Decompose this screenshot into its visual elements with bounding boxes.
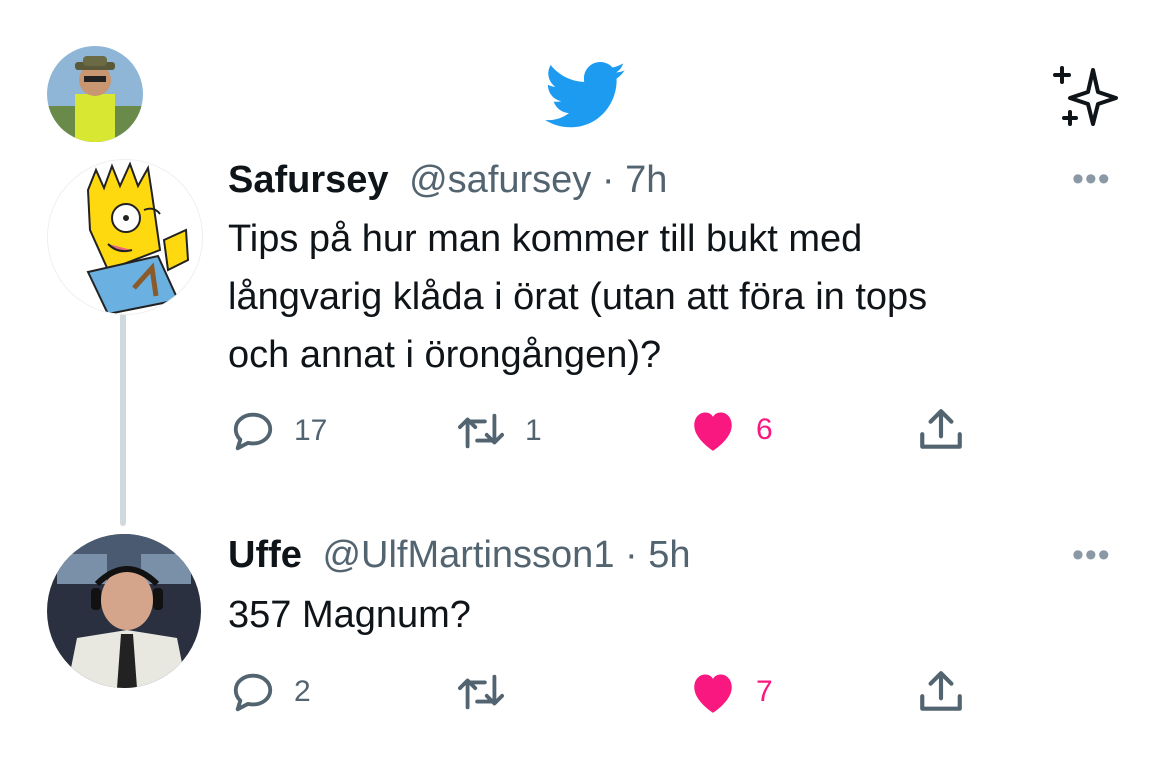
tweet-1-text-line: långvarig klåda i örat (utan att föra in…	[228, 276, 928, 318]
tweet-2-reply-button[interactable]: 2	[230, 669, 311, 715]
tweet-1-time[interactable]: 7h	[625, 159, 667, 201]
sparkle-icon	[1053, 66, 1118, 126]
tweet-1-display-name[interactable]: Safursey	[228, 159, 389, 201]
tweet-1-share-button[interactable]	[916, 404, 966, 456]
tweet-1-text-line: och annat i örongången)?	[228, 334, 662, 376]
twitter-logo[interactable]	[544, 62, 628, 130]
tweet-1-reply-count: 17	[294, 414, 328, 447]
tweet-1-like-button[interactable]: 6	[688, 406, 773, 454]
tweet-2-like-button[interactable]: 7	[688, 668, 773, 716]
tweet-2-handle[interactable]: @UlfMartinsson1	[322, 534, 614, 576]
tweet-2-header: Uffe @UlfMartinsson1 · 5h	[228, 533, 691, 577]
reply-icon	[233, 673, 273, 712]
tweet-2-text-line: 357 Magnum?	[228, 594, 471, 636]
sparkle-button[interactable]	[1048, 60, 1120, 132]
tweet-1-like-count: 6	[756, 413, 773, 446]
retweet-icon	[457, 413, 504, 449]
tweet-2-more-button[interactable]: •••	[1072, 536, 1111, 575]
tweet-2-share-button[interactable]	[916, 666, 966, 718]
tweet-1-text: Tips på hur man kommer till bukt med lån…	[228, 210, 927, 384]
tweet-1-text-line: Tips på hur man kommer till bukt med	[228, 218, 863, 260]
bart-avatar-image	[48, 160, 202, 314]
heart-filled-icon	[694, 674, 732, 713]
tweet-2-retweet-button[interactable]	[455, 669, 525, 715]
tweet-1-retweet-button[interactable]: 1	[455, 408, 542, 454]
pilot-avatar-image	[47, 534, 201, 688]
retweet-icon	[457, 674, 504, 710]
twitter-bird-icon	[544, 62, 626, 128]
profile-avatar[interactable]	[47, 46, 143, 142]
tweet-2-text: 357 Magnum?	[228, 586, 471, 644]
tweet-2-time[interactable]: 5h	[648, 534, 690, 576]
tweet-1-retweet-count: 1	[525, 414, 542, 447]
tweet-1-more-button[interactable]: •••	[1072, 160, 1111, 199]
profile-avatar-image	[47, 46, 143, 142]
tweet-2-avatar[interactable]	[47, 534, 201, 688]
heart-filled-icon	[694, 412, 732, 451]
thread-connector	[120, 312, 126, 526]
tweet-2-reply-count: 2	[294, 675, 311, 708]
tweet-1-header: Safursey @safursey · 7h	[228, 158, 667, 202]
share-icon	[920, 671, 962, 711]
share-icon	[920, 409, 962, 449]
tweet-2-like-count: 7	[756, 675, 773, 708]
tweet-1-reply-button[interactable]: 17	[230, 408, 327, 454]
tweet-1-handle[interactable]: @safursey	[409, 159, 591, 201]
tweet-2-display-name[interactable]: Uffe	[228, 534, 302, 576]
tweet-1-separator: ·	[601, 159, 615, 201]
reply-icon	[233, 412, 273, 451]
tweet-1-avatar[interactable]	[47, 159, 203, 315]
tweet-2-separator: ·	[625, 534, 638, 576]
